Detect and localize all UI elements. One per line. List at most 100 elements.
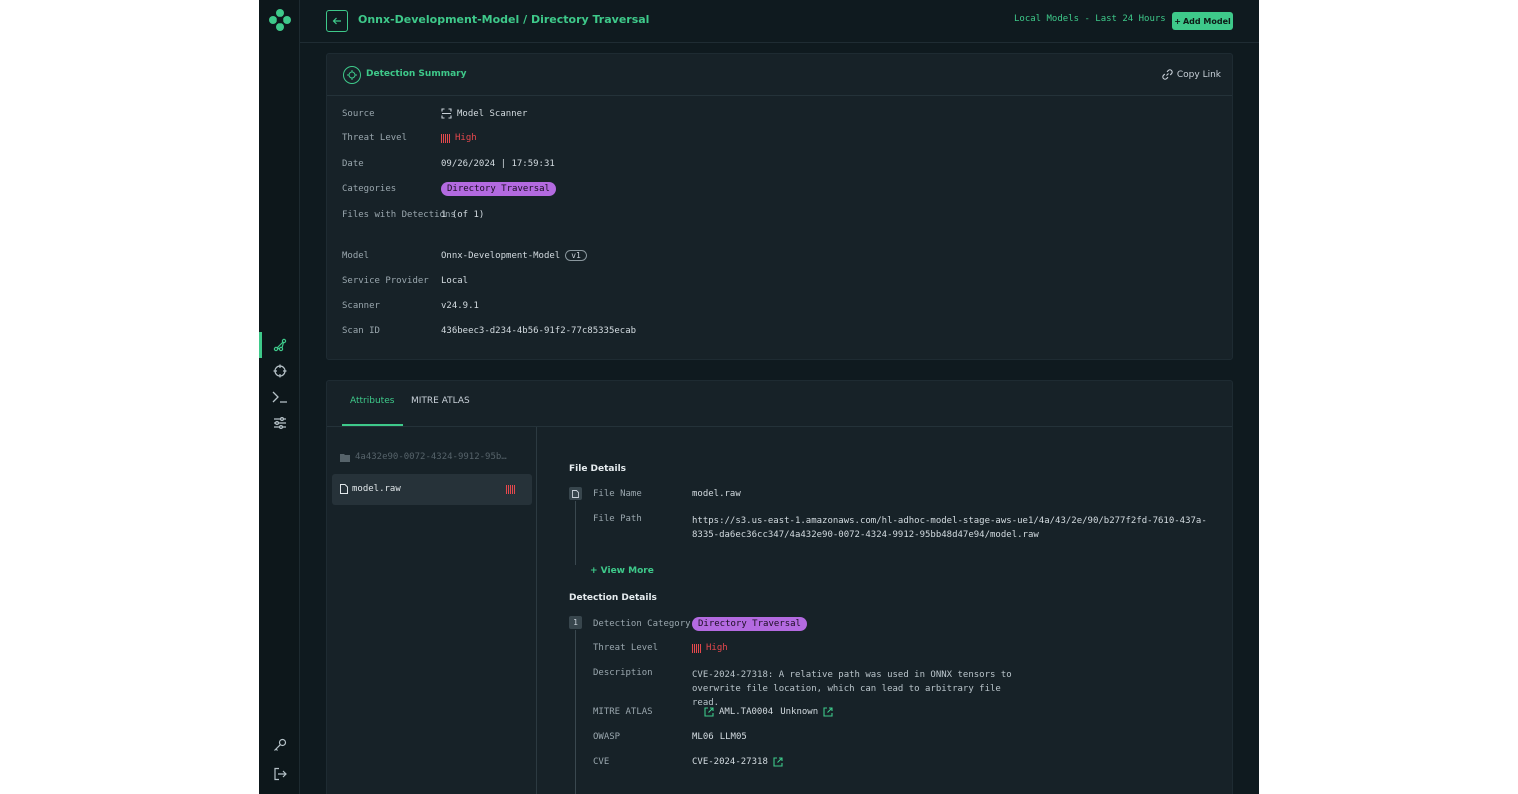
cve-value[interactable]: CVE-2024-27318 (692, 757, 768, 767)
logo-icon[interactable] (268, 8, 292, 32)
view-more-link[interactable]: + View More (590, 566, 654, 576)
mitre-atlas-id[interactable]: AML.TA0004 (719, 707, 773, 717)
categories-label: Categories (342, 184, 397, 194)
external-link-icon[interactable] (823, 707, 833, 717)
file-icon (340, 484, 348, 494)
file-tree: 4a432e90-0072-4324-9912-95b… model.raw (327, 427, 537, 794)
provider-value: Local (441, 276, 469, 286)
detection-summary-card: Detection Summary Copy Link Source Model… (326, 53, 1233, 360)
active-tab-indicator (342, 424, 403, 426)
scanner-value: v24.9.1 (441, 301, 479, 311)
scanner-icon (441, 108, 452, 119)
detection-summary-header: Detection Summary Copy Link (327, 54, 1232, 96)
owasp-tag: LLM05 (719, 732, 747, 742)
target-icon (343, 66, 361, 84)
scope-dropdown-label: Local Models - Last 24 Hours (1014, 14, 1166, 24)
tree-file-label: model.raw (352, 484, 401, 494)
scanner-label: Scanner (342, 301, 380, 311)
date-row: Date 09/26/2024 | 17:59:31 (342, 159, 555, 169)
folder-icon (340, 453, 350, 462)
threat-bars-icon (506, 485, 515, 494)
copy-link-label: Copy Link (1176, 69, 1221, 80)
categories-row: Categories Directory Traversal (342, 182, 556, 196)
detection-index-badge: 1 (569, 616, 582, 629)
add-model-button[interactable]: + Add Model (1172, 12, 1233, 30)
source-label: Source (342, 108, 375, 119)
provider-label: Service Provider (342, 276, 429, 286)
model-value: Onnx-Development-Model (441, 250, 561, 261)
file-details-divider (575, 501, 576, 565)
key-icon[interactable] (259, 732, 300, 758)
app-window: Onnx-Development-Model / Directory Trave… (259, 0, 1259, 794)
files-row: Files with Detections 1 (of 1) (342, 210, 484, 220)
provider-row: Service Provider Local (342, 276, 468, 286)
owasp-label: OWASP (593, 732, 621, 742)
description-row: Description CVE-2024-27318: A relative p… (593, 668, 1017, 710)
threat-level-row: Threat Level High (342, 133, 477, 143)
back-button[interactable] (326, 10, 348, 32)
file-badge-icon (569, 487, 582, 500)
main-area: Onnx-Development-Model / Directory Trave… (300, 0, 1259, 794)
detection-category-pill[interactable]: Directory Traversal (692, 617, 807, 631)
model-row: Model Onnx-Development-Model v1 (342, 250, 587, 261)
date-label: Date (342, 159, 364, 169)
file-path-label: File Path (593, 514, 642, 524)
owasp-tag: ML06 (692, 732, 714, 742)
details-card: Attributes MITRE ATLAS 4a432e90-0072-432… (326, 380, 1233, 794)
threat-level-label: Threat Level (342, 133, 408, 143)
arrow-left-icon (332, 17, 341, 25)
scope-dropdown[interactable]: Local Models - Last 24 Hours (1014, 14, 1181, 24)
nav-crosshair-icon[interactable] (259, 358, 300, 384)
plus-icon: + (1174, 16, 1181, 26)
external-link-icon[interactable] (704, 707, 714, 717)
nav-graph-icon[interactable] (259, 332, 300, 358)
external-link-icon[interactable] (773, 757, 783, 767)
scanner-row: Scanner v24.9.1 (342, 301, 479, 311)
file-path-value: https://s3.us-east-1.amazonaws.com/hl-ad… (692, 516, 1207, 540)
tab-attributes[interactable]: Attributes (350, 396, 394, 406)
detection-category-label: Detection Category (593, 619, 691, 629)
scan-id-value: 436beec3-d234-4b56-91f2-77c85335ecab (441, 326, 637, 336)
tree-folder[interactable]: 4a432e90-0072-4324-9912-95b… (340, 452, 507, 462)
file-path-row: File Path https://s3.us-east-1.amazonaws… (593, 514, 1212, 542)
sidebar-rail (259, 0, 300, 794)
owasp-row: OWASP ML06 LLM05 (593, 732, 747, 742)
nav-terminal-icon[interactable] (259, 384, 300, 410)
category-pill[interactable]: Directory Traversal (441, 182, 556, 196)
details-pane: File Details File Name model.raw File Pa… (538, 427, 1232, 794)
description-label: Description (593, 668, 653, 678)
top-bar: Onnx-Development-Model / Directory Trave… (300, 0, 1259, 43)
file-details-title: File Details (569, 464, 627, 474)
detection-threat-value: High (706, 643, 728, 653)
file-name-value: model.raw (692, 489, 741, 499)
tab-mitre-atlas[interactable]: MITRE ATLAS (411, 396, 470, 406)
copy-link-button[interactable]: Copy Link (1162, 69, 1221, 80)
scan-id-label: Scan ID (342, 326, 380, 336)
detection-category-row: Detection Category Directory Traversal (593, 617, 807, 631)
detection-details-divider (575, 630, 576, 794)
mitre-atlas-row: MITRE ATLAS AML.TA0004 Unknown (593, 707, 833, 717)
scan-id-row: Scan ID 436beec3-d234-4b56-91f2-77c85335… (342, 326, 636, 336)
cve-row: CVE CVE-2024-27318 (593, 757, 783, 767)
detection-threat-row: Threat Level High (593, 643, 728, 653)
link-icon (1162, 69, 1173, 80)
threat-bars-icon (692, 643, 701, 653)
logout-icon[interactable] (259, 761, 300, 787)
detection-summary-title: Detection Summary (366, 69, 467, 79)
source-row: Source Model Scanner (342, 108, 527, 119)
description-value: CVE-2024-27318: A relative path was used… (692, 670, 1012, 708)
mitre-atlas-label: MITRE ATLAS (593, 707, 653, 717)
tree-file-item[interactable]: model.raw (332, 474, 532, 505)
files-label: Files with Detections (342, 210, 456, 220)
file-name-row: File Name model.raw (593, 489, 741, 499)
page-title: Onnx-Development-Model / Directory Trave… (358, 13, 650, 26)
tab-bar: Attributes MITRE ATLAS (327, 381, 1232, 427)
detection-threat-label: Threat Level (593, 643, 659, 653)
threat-bars-icon (441, 133, 450, 143)
cve-label: CVE (593, 757, 610, 767)
tree-folder-label: 4a432e90-0072-4324-9912-95b… (355, 452, 507, 462)
files-value: 1 (of 1) (441, 210, 485, 220)
nav-sliders-icon[interactable] (259, 410, 300, 436)
mitre-atlas-name: Unknown (780, 707, 819, 717)
model-label: Model (342, 250, 370, 261)
